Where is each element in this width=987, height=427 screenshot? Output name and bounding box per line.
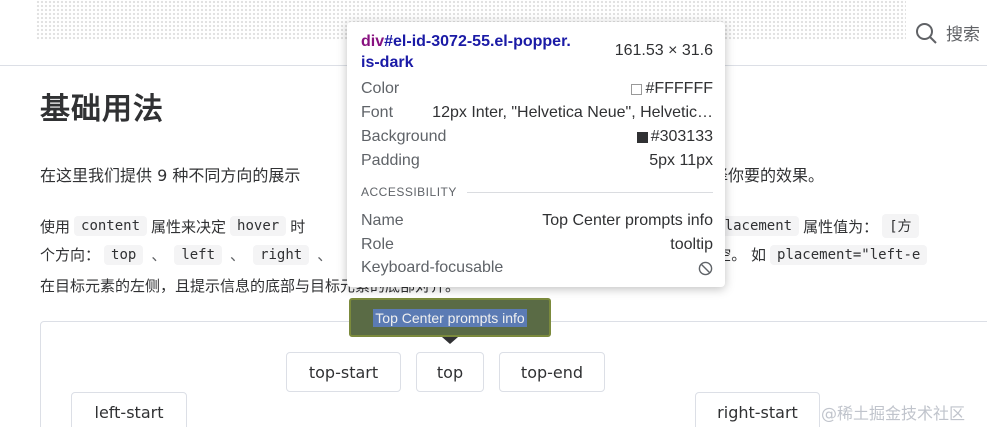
not-focusable-icon [698,261,713,275]
padding-value: 5px 11px [649,152,713,169]
font-row: Font 12px Inter, "Helvetica Neue", Helve… [361,103,713,123]
code-left-end: placement="left-e [770,244,928,265]
top-end-button[interactable]: top-end [499,352,605,392]
tooltip-arrow [442,337,458,344]
keyboard-row: Keyboard-focusable [361,258,713,278]
watermark: @稀土掘金技术社区 [821,404,966,423]
code-bracket: [方 [882,214,919,238]
code-left: left [174,244,223,265]
background-swatch [636,131,648,143]
accessibility-section: ACCESSIBILITY [361,185,713,199]
element-selector: div#el-id-3072-55.el-popper. is-dark [361,31,571,73]
right-start-button[interactable]: right-start [695,392,820,427]
intro-text-end: 择你要的效果。 [712,166,825,185]
name-label: Name [361,212,404,229]
font-label: Font [361,104,394,121]
padding-row: Padding 5px 11px [361,151,713,171]
font-value: 12px Inter, "Helvetica Neue", Helvetic… [432,104,713,121]
accessibility-heading: ACCESSIBILITY [361,185,457,199]
devtools-inspect-tooltip: div#el-id-3072-55.el-popper. is-dark 161… [347,22,725,287]
padding-label: Padding [361,152,420,169]
selector-class-tail: is-dark [361,54,414,71]
left-start-button[interactable]: left-start [71,392,187,427]
text-placement-value: 属性值为： [803,217,879,236]
top-button[interactable]: top [416,352,484,392]
text-use: 使用 [40,217,71,236]
tooltip-text: Top Center prompts info [373,308,527,327]
intro-text: 在这里我们提供 9 种不同方向的展示 [40,166,301,185]
color-label: Color [361,80,400,97]
top-start-button[interactable]: top-start [286,352,401,392]
role-row: Role tooltip [361,235,713,255]
page-title: 基础用法 [40,92,164,127]
selector-id-classes: #el-id-3072-55.el-popper. [384,33,571,50]
role-label: Role [361,236,394,253]
role-value: tooltip [670,236,713,253]
name-row: Name Top Center prompts info [361,211,713,231]
element-dimensions: 161.53 × 31.6 [614,42,713,59]
code-content: content [74,216,148,236]
name-value: Top Center prompts info [542,212,713,229]
text-directions: 个方向： [40,246,101,264]
keyboard-label: Keyboard-focusable [361,259,504,276]
search-box[interactable]: 搜索 [914,20,980,45]
tooltip-popper: Top Center prompts info [349,298,551,337]
code-top: top [104,244,144,265]
color-swatch [631,83,643,95]
background-row: Background #303133 [361,127,713,147]
search-icon [916,22,937,44]
selector-tag: div [361,33,385,50]
background-label: Background [361,128,447,145]
code-hover: hover [230,216,287,236]
code-right: right [253,244,310,265]
color-row: Color #FFFFFF [361,79,713,99]
background-value: #303133 [650,128,713,145]
search-label: 搜索 [946,25,980,45]
color-value: #FFFFFF [645,80,713,97]
text-time: 时 [290,217,306,236]
text-decide: 属性来决定 [151,217,227,236]
